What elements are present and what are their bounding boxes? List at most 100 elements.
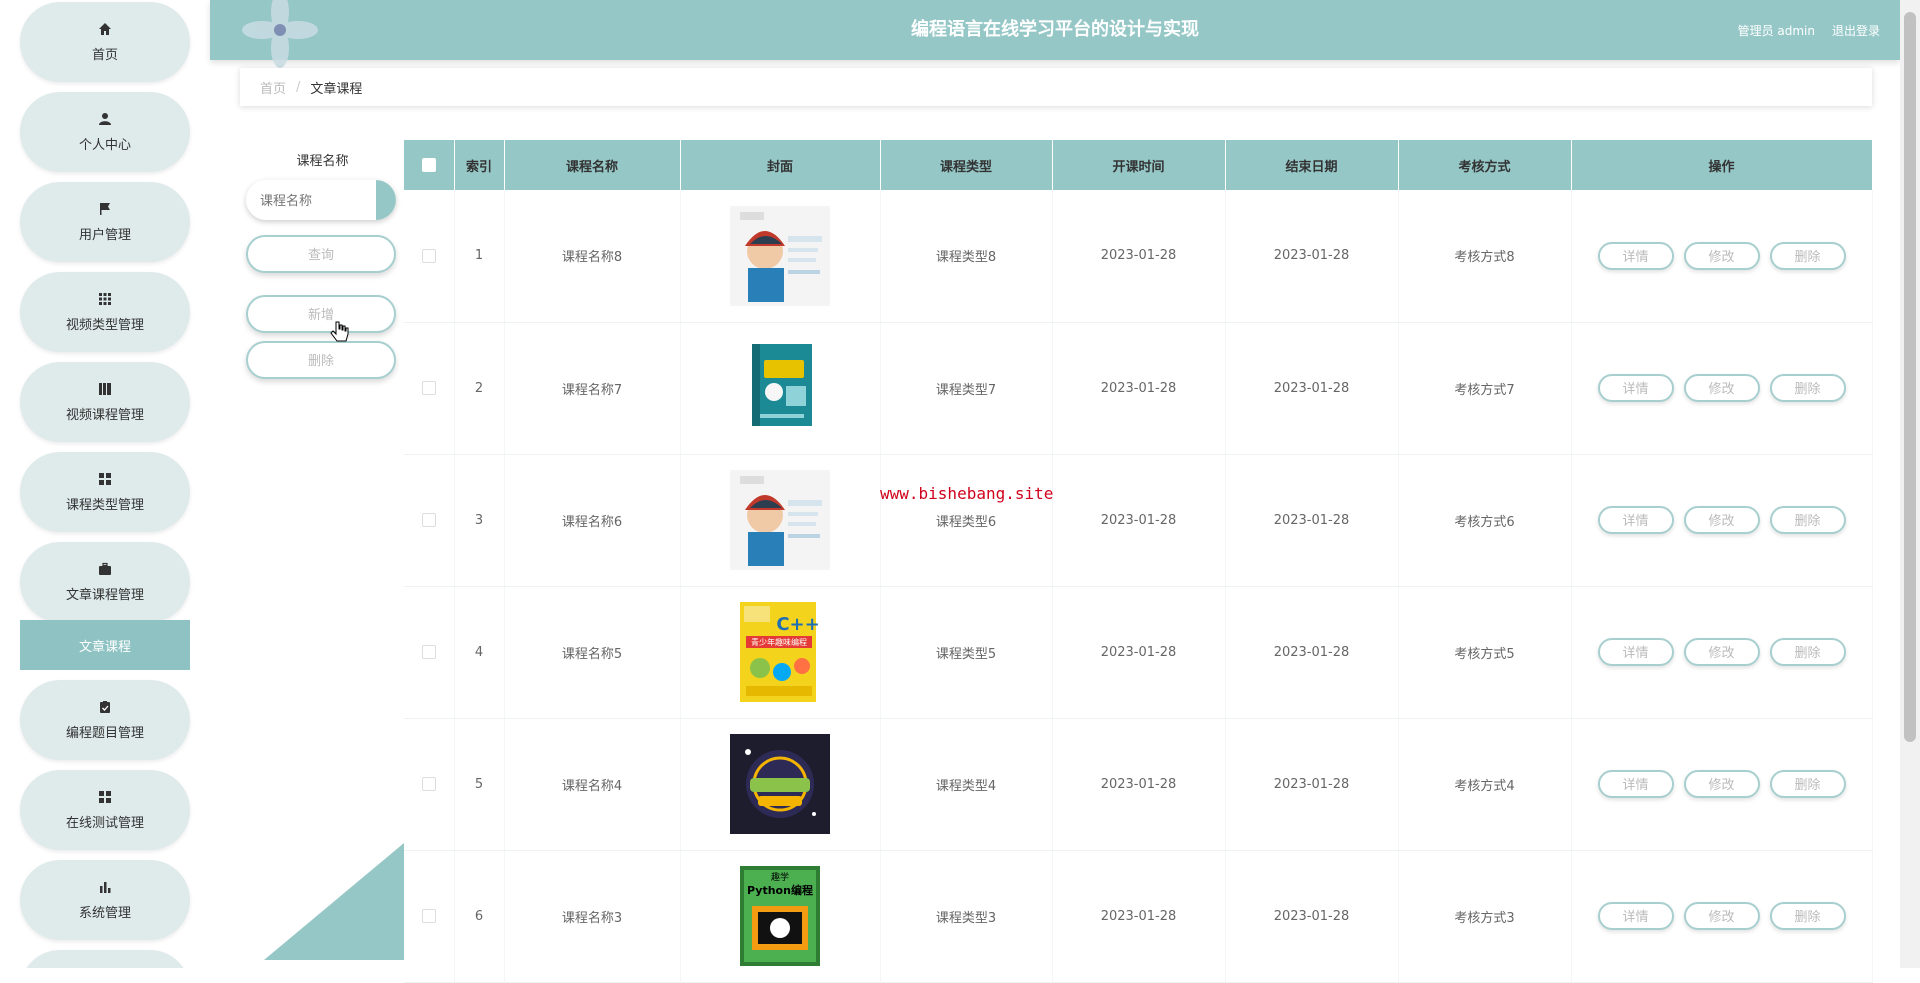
sidebar-item[interactable]: 文章课程管理 <box>20 542 190 622</box>
sidebar-item[interactable]: 个人中心 <box>20 92 190 172</box>
page-scrollbar[interactable] <box>1900 0 1920 968</box>
clipboard-icon <box>98 700 112 714</box>
column-header: 结束日期 <box>1225 140 1399 190</box>
course-name-cell: 课程名称7 <box>504 322 681 455</box>
end-date-cell: 2023-01-28 <box>1225 190 1399 323</box>
sidebar-item[interactable]: 编程题目管理 <box>20 680 190 760</box>
column-header: 课程类型 <box>880 140 1053 190</box>
breadcrumb-separator: / <box>296 79 301 95</box>
exam-method-cell: 考核方式7 <box>1398 322 1572 455</box>
sidebar-item[interactable]: 在线测试管理 <box>20 770 190 850</box>
delete-button[interactable]: 删除 <box>1769 638 1846 666</box>
sidebar-item[interactable]: 视频类型管理 <box>20 272 190 352</box>
start-date-cell: 2023-01-28 <box>1052 586 1226 719</box>
table-row: 4 课程名称5 C++ 青少年趣味编程 课程类型5 2023-01-28 2023-01-2… <box>404 586 1873 719</box>
delete-button[interactable]: 删除 <box>1769 374 1846 402</box>
corner-triangle-decoration <box>264 843 404 960</box>
detail-button[interactable]: 详情 <box>1597 902 1674 930</box>
row-checkbox[interactable] <box>421 645 436 659</box>
course-name-cell: 课程名称8 <box>504 190 681 323</box>
column-header: 开课时间 <box>1052 140 1226 190</box>
end-date-cell: 2023-01-28 <box>1225 454 1399 587</box>
flag-icon <box>98 202 112 216</box>
end-date-cell: 2023-01-28 <box>1225 586 1399 719</box>
edit-button[interactable]: 修改 <box>1683 902 1760 930</box>
row-checkbox[interactable] <box>421 248 436 263</box>
index-cell: 2 <box>454 322 505 455</box>
delete-button[interactable]: 删除 <box>1769 506 1846 534</box>
detail-button[interactable]: 详情 <box>1597 638 1674 666</box>
batch-delete-button[interactable]: 删除 <box>246 341 396 379</box>
sidebar-item-label: 用户管理 <box>78 227 131 243</box>
detail-button[interactable]: 详情 <box>1597 506 1674 534</box>
edit-button[interactable]: 修改 <box>1683 374 1760 402</box>
sidebar-item[interactable]: 首页 <box>20 2 190 82</box>
course-type-cell: 课程类型3 <box>880 850 1053 983</box>
sidebar-item-partial[interactable] <box>20 950 190 968</box>
cover-cell: 趣学 Python编程 <box>680 850 881 983</box>
grid4-icon <box>98 472 112 486</box>
delete-button[interactable]: 删除 <box>1769 902 1846 930</box>
end-date-cell: 2023-01-28 <box>1225 322 1399 455</box>
select-all-header <box>404 140 455 190</box>
delete-button[interactable]: 删除 <box>1769 241 1846 270</box>
exam-method-cell: 考核方式3 <box>1398 850 1572 983</box>
briefcase-icon <box>98 562 112 576</box>
detail-button[interactable]: 详情 <box>1597 770 1674 798</box>
row-checkbox[interactable] <box>421 513 436 527</box>
course-name-cell: 课程名称3 <box>504 850 681 983</box>
query-button[interactable]: 查询 <box>246 235 396 273</box>
index-cell: 3 <box>454 454 505 587</box>
cover-python-top: 趣学 <box>771 871 789 883</box>
edit-button[interactable]: 修改 <box>1683 770 1760 798</box>
sidebar-item[interactable]: 课程类型管理 <box>20 452 190 532</box>
watermark: www.bishebang.site <box>880 484 1054 503</box>
edit-button[interactable]: 修改 <box>1683 506 1760 534</box>
cover-image <box>681 205 880 306</box>
edit-button[interactable]: 修改 <box>1683 638 1760 666</box>
breadcrumb-home[interactable]: 首页 <box>260 78 286 97</box>
add-button[interactable]: 新增 <box>246 295 396 333</box>
sidebar-item[interactable]: 视频课程管理 <box>20 362 190 442</box>
row-checkbox[interactable] <box>421 381 436 395</box>
exam-method-cell: 考核方式5 <box>1398 586 1572 719</box>
row-checkbox[interactable] <box>421 777 436 791</box>
edit-button[interactable]: 修改 <box>1683 241 1760 270</box>
detail-button[interactable]: 详情 <box>1597 374 1674 402</box>
sidebar-item-label: 个人中心 <box>78 137 131 153</box>
cover-image <box>681 338 880 438</box>
table-row: 1 课程名称8 课程类型8 2023-01-28 2023-01-28 考核方式8 详情 修改… <box>404 190 1873 323</box>
detail-button[interactable]: 详情 <box>1597 241 1674 270</box>
scrollbar-thumb[interactable] <box>1904 12 1916 742</box>
search-input-tail <box>376 180 396 220</box>
row-checkbox[interactable] <box>421 909 436 923</box>
exam-method-cell: 考核方式6 <box>1398 454 1572 587</box>
course-type-cell: 课程类型5 <box>880 586 1053 719</box>
current-user: 管理员 admin <box>1737 24 1815 38</box>
search-input[interactable] <box>258 190 372 212</box>
top-header: 编程语言在线学习平台的设计与实现 管理员 admin 退出登录 <box>210 0 1900 68</box>
logout-link[interactable]: 退出登录 <box>1832 22 1880 39</box>
book-icon <box>98 382 112 396</box>
sidebar-item[interactable]: 系统管理 <box>20 860 190 940</box>
start-date-cell: 2023-01-28 <box>1052 850 1226 983</box>
row-select-cell <box>404 322 455 455</box>
course-name-cell: 课程名称5 <box>504 586 681 719</box>
cover-cell <box>680 322 881 455</box>
select-all-checkbox[interactable] <box>421 158 436 172</box>
end-date-cell: 2023-01-28 <box>1225 850 1399 983</box>
exam-method-cell: 考核方式8 <box>1398 190 1572 323</box>
sidebar-item-label: 视频类型管理 <box>65 317 144 333</box>
actions-cell: 详情 修改 删除 <box>1571 586 1873 719</box>
actions-cell: 详情 修改 删除 <box>1571 322 1873 455</box>
start-date-cell: 2023-01-28 <box>1052 190 1226 323</box>
sidebar-subitem-active[interactable]: 文章课程 <box>20 620 190 670</box>
app-title: 编程语言在线学习平台的设计与实现 <box>911 19 1199 40</box>
delete-button[interactable]: 删除 <box>1769 770 1846 798</box>
breadcrumb: 首页 / 文章课程 <box>240 68 1872 106</box>
sidebar-item[interactable]: 用户管理 <box>20 182 190 262</box>
sidebar-item-label: 视频课程管理 <box>65 407 144 423</box>
cover-cell <box>680 454 881 587</box>
course-type-cell: 课程类型6 <box>880 454 1053 587</box>
table-row: 3 课程名称6 课程类型6 2023-01-28 2023-01-28 考核方式6 详情 修改… <box>404 454 1873 587</box>
